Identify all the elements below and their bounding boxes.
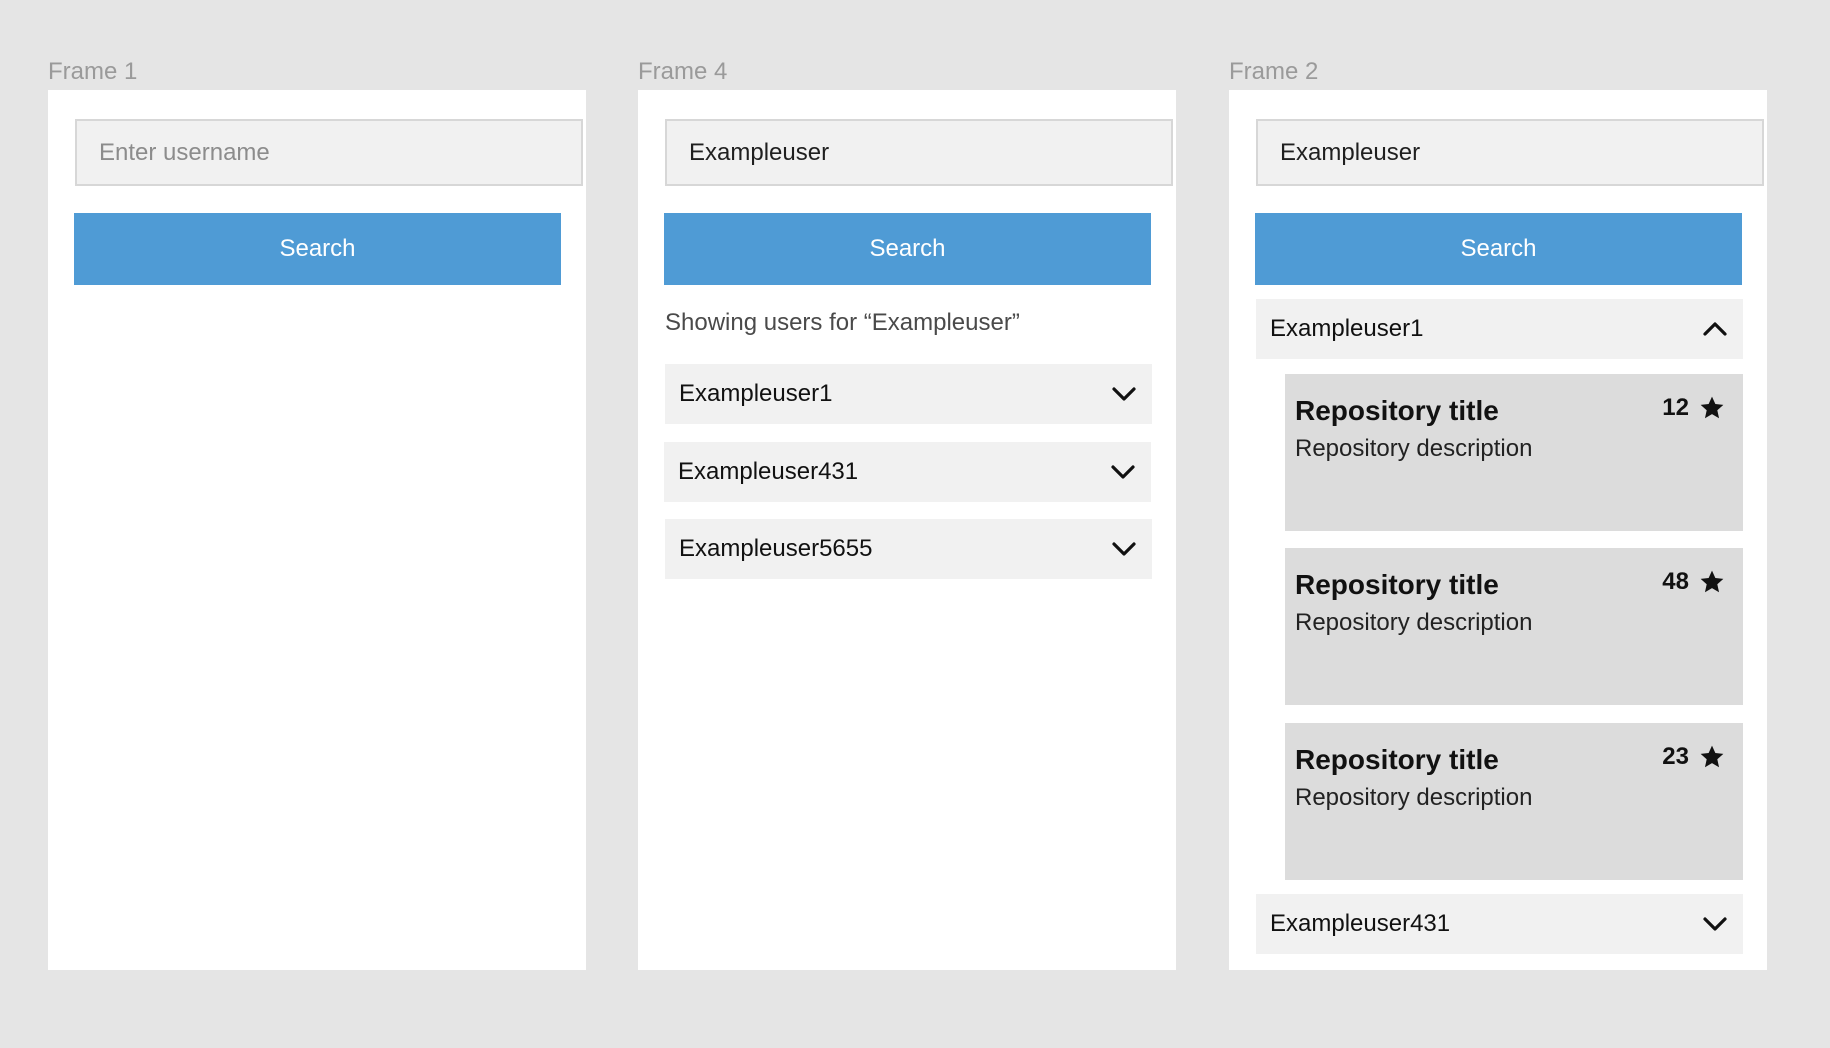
- search-button[interactable]: Search: [664, 213, 1151, 285]
- user-row[interactable]: Exampleuser1: [665, 364, 1152, 424]
- repository-description: Repository description: [1295, 784, 1533, 811]
- user-row[interactable]: Exampleuser431: [664, 442, 1151, 502]
- repository-description: Repository description: [1295, 609, 1533, 636]
- chevron-down-icon[interactable]: [1701, 910, 1729, 938]
- frame-4-label: Frame 4: [638, 58, 728, 85]
- user-name: Exampleuser431: [678, 458, 859, 485]
- frame-2: Exampleuser Search Exampleuser1 Reposito…: [1229, 90, 1767, 970]
- star-count: 48: [1662, 568, 1725, 596]
- results-caption: Showing users for “Exampleuser”: [665, 309, 1020, 336]
- user-name: Exampleuser5655: [679, 535, 873, 562]
- repository-card[interactable]: Repository title Repository description …: [1285, 723, 1743, 880]
- search-button[interactable]: Search: [1255, 213, 1742, 285]
- star-count-value: 23: [1662, 743, 1689, 770]
- repository-title: Repository title: [1295, 569, 1499, 600]
- chevron-up-icon[interactable]: [1701, 315, 1729, 343]
- repository-description: Repository description: [1295, 435, 1533, 462]
- star-icon: [1700, 570, 1724, 593]
- frame-4: Exampleuser Search Showing users for “Ex…: [638, 90, 1176, 970]
- username-input-value: Exampleuser: [1280, 139, 1421, 166]
- username-input[interactable]: Exampleuser: [1256, 119, 1764, 186]
- repository-title: Repository title: [1295, 744, 1499, 775]
- user-name: Exampleuser1: [679, 380, 833, 407]
- user-name: Exampleuser431: [1270, 910, 1451, 937]
- user-row[interactable]: Exampleuser5655: [665, 519, 1152, 579]
- star-count-value: 48: [1662, 568, 1689, 595]
- user-row-expanded[interactable]: Exampleuser1: [1256, 299, 1743, 359]
- star-count: 23: [1662, 743, 1725, 771]
- chevron-down-icon[interactable]: [1110, 535, 1138, 563]
- search-button[interactable]: Search: [74, 213, 561, 285]
- star-icon: [1700, 396, 1724, 419]
- repository-title: Repository title: [1295, 395, 1499, 426]
- user-row[interactable]: Exampleuser431: [1256, 894, 1743, 954]
- username-input[interactable]: Enter username: [75, 119, 583, 186]
- frame-1: Enter username Search: [48, 90, 586, 970]
- star-count: 12: [1662, 394, 1725, 422]
- username-input-value: Exampleuser: [689, 139, 830, 166]
- username-input-placeholder: Enter username: [99, 139, 270, 166]
- star-icon: [1700, 745, 1724, 768]
- chevron-down-icon[interactable]: [1110, 380, 1138, 408]
- username-input[interactable]: Exampleuser: [665, 119, 1173, 186]
- user-name: Exampleuser1: [1270, 315, 1424, 342]
- frame-1-label: Frame 1: [48, 58, 138, 85]
- chevron-down-icon[interactable]: [1109, 458, 1137, 486]
- repository-card[interactable]: Repository title Repository description …: [1285, 374, 1743, 531]
- star-count-value: 12: [1662, 394, 1689, 421]
- frame-2-label: Frame 2: [1229, 58, 1319, 85]
- repository-card[interactable]: Repository title Repository description …: [1285, 548, 1743, 705]
